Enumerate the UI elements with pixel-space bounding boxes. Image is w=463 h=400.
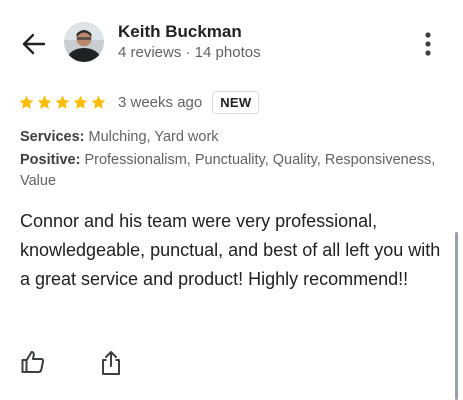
star-icon xyxy=(37,95,52,109)
services-label: Services: xyxy=(20,129,85,145)
reviewer-name[interactable]: Keith Buckman xyxy=(118,22,242,42)
more-options-button[interactable] xyxy=(416,28,440,60)
new-badge: NEW xyxy=(212,90,260,114)
star-icon xyxy=(91,95,106,109)
services-detail: Services: Mulching, Yard work xyxy=(20,127,450,148)
services-value: Mulching, Yard work xyxy=(88,129,219,145)
review-text: Connor and his team were very profession… xyxy=(20,211,441,289)
share-button[interactable] xyxy=(98,349,124,377)
star-icon xyxy=(73,95,88,109)
star-rating xyxy=(18,94,107,111)
positive-label: Positive: xyxy=(20,152,81,168)
review-time: 3 weeks ago xyxy=(118,93,203,111)
reviewer-meta: 4 reviews · 14 photos xyxy=(118,44,261,61)
star-icon xyxy=(19,95,34,109)
back-button[interactable] xyxy=(16,26,52,62)
like-button[interactable] xyxy=(20,349,46,375)
arrow-back-icon xyxy=(22,33,46,55)
thumb-up-icon xyxy=(21,351,45,373)
scrollbar[interactable] xyxy=(455,232,458,400)
positive-detail: Positive: Professionalism, Punctuality, … xyxy=(20,150,450,192)
review-actions xyxy=(0,345,463,385)
review-header: Keith Buckman 4 reviews · 14 photos xyxy=(0,0,463,86)
rating-row: 3 weeks ago NEW xyxy=(18,88,260,116)
more-vert-icon xyxy=(425,32,431,56)
positive-value: Professionalism, Punctuality, Quality, R… xyxy=(20,152,436,189)
avatar[interactable] xyxy=(64,22,104,62)
star-icon xyxy=(55,95,70,109)
share-icon xyxy=(102,351,120,375)
